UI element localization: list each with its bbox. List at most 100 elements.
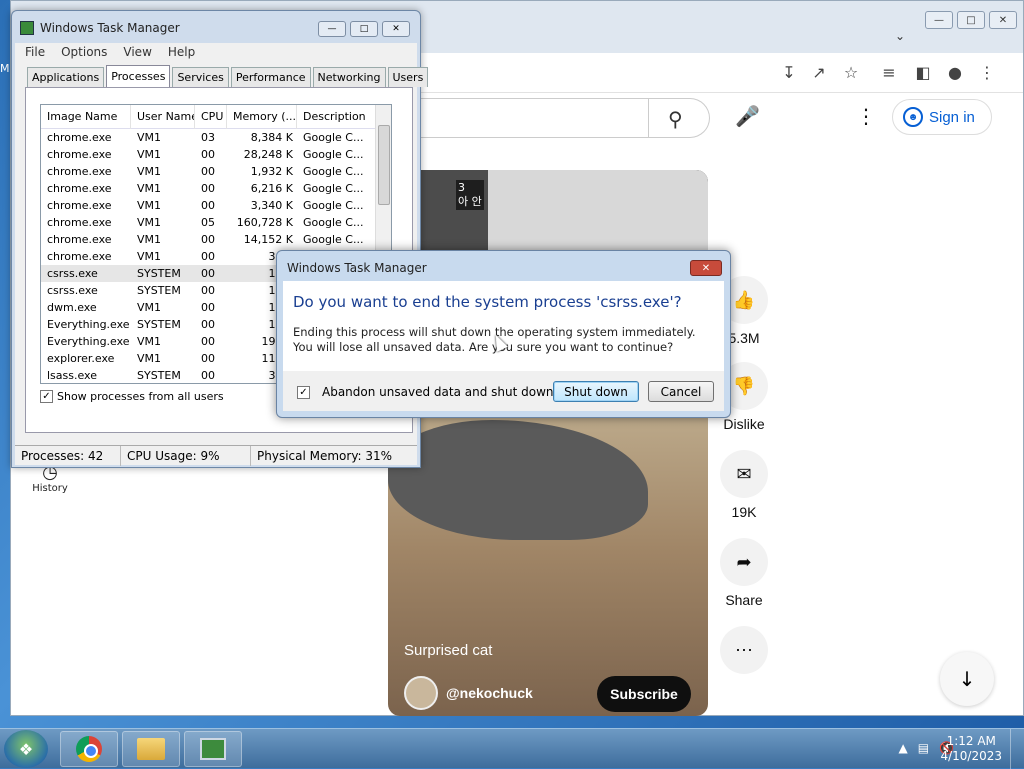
subscribe-button[interactable]: Subscribe [597, 676, 691, 712]
show-all-users-checkbox[interactable]: ✓ [40, 390, 53, 403]
row-user-name: VM1 [137, 233, 162, 246]
menu-options[interactable]: Options [61, 45, 107, 59]
next-video-arrow-icon[interactable]: ↓ [940, 652, 994, 706]
row-memory: 6,216 K [250, 182, 293, 195]
dialog-close-button[interactable]: ✕ [690, 260, 722, 276]
channel-name[interactable]: @nekochuck [446, 685, 533, 701]
row-image-name: csrss.exe [47, 267, 98, 280]
row-description: Google C... [303, 216, 364, 229]
row-image-name: chrome.exe [47, 233, 112, 246]
process-row[interactable]: chrome.exe VM1 00 1,932 K Google C... [41, 163, 391, 180]
dialog-content: Do you want to end the system process 'c… [283, 281, 724, 371]
row-user-name: VM1 [137, 182, 162, 195]
row-cpu: 00 [201, 369, 215, 382]
sign-in-button[interactable]: ☻ Sign in [892, 99, 992, 135]
col-image-name[interactable]: Image Name [41, 105, 131, 129]
tm-minimize-button[interactable]: — [318, 21, 346, 37]
row-cpu: 00 [201, 250, 215, 263]
channel-info[interactable]: @nekochuck [404, 676, 533, 710]
process-row[interactable]: chrome.exe VM1 00 3,340 K Google C... [41, 197, 391, 214]
tab-performance[interactable]: Performance [230, 67, 311, 87]
row-cpu: 03 [201, 131, 215, 144]
shut-down-button[interactable]: Shut down [553, 381, 639, 402]
row-image-name: explorer.exe [47, 352, 115, 365]
maximize-button[interactable]: □ [957, 11, 985, 29]
browser-window-controls: — □ ✕ [925, 11, 1017, 29]
start-button[interactable]: ❖ [4, 730, 48, 768]
tab-search-chevron-icon[interactable]: ⌄ [895, 29, 905, 43]
show-desktop-button[interactable] [1010, 729, 1024, 769]
row-memory: 160,728 K [236, 216, 293, 229]
row-cpu: 00 [201, 335, 215, 348]
menu-help[interactable]: Help [168, 45, 195, 59]
tab-processes[interactable]: Processes [106, 65, 171, 87]
cancel-button[interactable]: Cancel [648, 381, 714, 402]
abandon-data-checkbox[interactable]: ✓ [297, 385, 310, 399]
more-options-icon[interactable]: ⋮ [856, 104, 876, 128]
menu-file[interactable]: File [25, 45, 45, 59]
task-manager-titlebar: Windows Task Manager [20, 21, 180, 35]
row-memory: 14,152 K [243, 233, 293, 246]
abandon-data-option[interactable]: ✓ Abandon unsaved data and shut down. [297, 385, 557, 399]
process-row[interactable]: chrome.exe VM1 03 8,384 K Google C... [41, 129, 391, 146]
col-user-name[interactable]: User Name [131, 105, 195, 129]
bookmark-star-icon[interactable]: ☆ [841, 63, 861, 82]
tm-close-button[interactable]: ✕ [382, 21, 410, 37]
install-app-icon[interactable]: ↧ [779, 63, 799, 82]
status-memory: Physical Memory: 31% [257, 448, 393, 463]
process-row[interactable]: chrome.exe VM1 00 14,152 K Google C... [41, 231, 391, 248]
more-action[interactable]: ⋯ [720, 626, 768, 680]
show-all-users-option[interactable]: ✓ Show processes from all users [40, 390, 224, 403]
taskbar-explorer[interactable] [122, 731, 180, 767]
tab-users[interactable]: Users [387, 67, 429, 87]
row-user-name: VM1 [137, 148, 162, 161]
row-image-name: chrome.exe [47, 165, 112, 178]
col-description[interactable]: Description [297, 105, 377, 129]
comment-action[interactable]: ✉ 19K [720, 450, 768, 520]
tab-services[interactable]: Services [172, 67, 229, 87]
col-memory[interactable]: Memory (... [227, 105, 297, 129]
tab-applications[interactable]: Applications [27, 67, 105, 87]
taskbar-chrome[interactable] [60, 731, 118, 767]
profile-icon[interactable]: ● [945, 63, 965, 82]
close-button[interactable]: ✕ [989, 11, 1017, 29]
row-memory: 3,340 K [250, 199, 293, 212]
windows-logo-icon: ❖ [18, 739, 34, 759]
video-title[interactable]: Surprised cat [404, 642, 492, 659]
microphone-icon[interactable]: 🎤 [735, 104, 760, 128]
show-hidden-icons-icon[interactable]: ▲ [898, 741, 907, 755]
process-row[interactable]: chrome.exe VM1 00 6,216 K Google C... [41, 180, 391, 197]
row-cpu: 00 [201, 148, 215, 161]
network-icon[interactable]: ▤ [918, 741, 929, 755]
media-queue-icon[interactable]: ≡ [879, 63, 899, 82]
channel-avatar[interactable] [404, 676, 438, 710]
video-background-panel [488, 170, 708, 250]
share-icon[interactable]: ➦ [720, 538, 768, 586]
row-memory: 1,932 K [250, 165, 293, 178]
process-row[interactable]: chrome.exe VM1 05 160,728 K Google C... [41, 214, 391, 231]
menu-view[interactable]: View [123, 45, 151, 59]
process-row[interactable]: chrome.exe VM1 00 28,248 K Google C... [41, 146, 391, 163]
tm-maximize-button[interactable]: □ [350, 21, 378, 37]
tab-networking[interactable]: Networking [312, 67, 386, 87]
share-page-icon[interactable]: ↗ [809, 63, 829, 82]
row-cpu: 00 [201, 318, 215, 331]
minimize-button[interactable]: — [925, 11, 953, 29]
row-image-name: dwm.exe [47, 301, 97, 314]
chrome-menu-icon[interactable]: ⋮ [977, 63, 997, 82]
row-cpu: 00 [201, 165, 215, 178]
youtube-search-box[interactable]: ⚲ [400, 98, 710, 138]
row-description: Google C... [303, 165, 364, 178]
search-icon[interactable]: ⚲ [668, 107, 683, 131]
scrollbar-thumb[interactable] [378, 125, 390, 205]
comment-icon[interactable]: ✉ [720, 450, 768, 498]
col-cpu[interactable]: CPU [195, 105, 227, 129]
row-cpu: 00 [201, 199, 215, 212]
taskbar-task-manager[interactable] [184, 731, 242, 767]
more-icon[interactable]: ⋯ [720, 626, 768, 674]
row-user-name: VM1 [137, 250, 162, 263]
dialog-title: Windows Task Manager [287, 261, 427, 275]
side-panel-icon[interactable]: ◧ [913, 63, 933, 82]
share-action[interactable]: ➦ Share [720, 538, 768, 608]
clock[interactable]: 1:12 AM 4/10/2023 [940, 734, 1002, 764]
